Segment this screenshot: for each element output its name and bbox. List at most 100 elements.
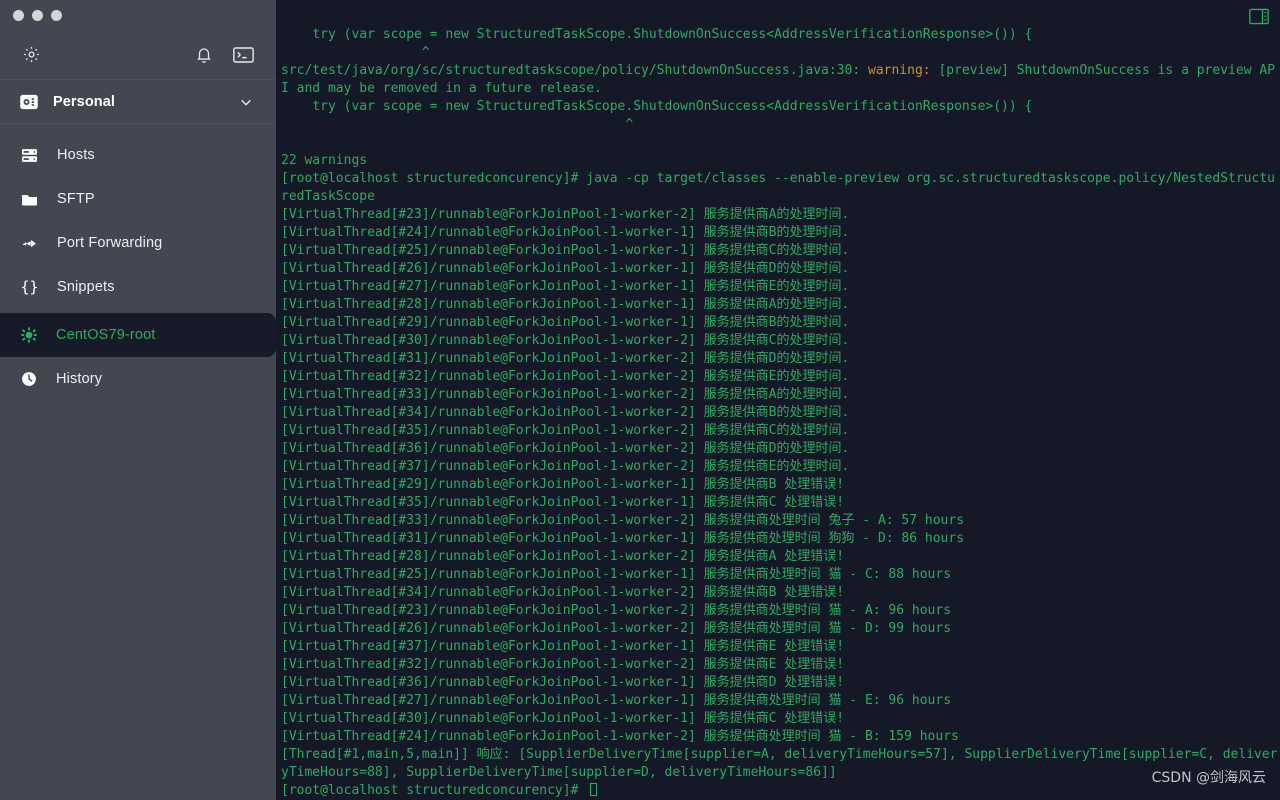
folder-icon [20,190,39,209]
sidebar-item-label: CentOS79-root [56,327,156,343]
split-panel-icon[interactable] [1249,8,1269,30]
braces-icon: {} [20,277,39,296]
terminal-line: ^ [281,116,1280,134]
sidebar-item-snippets[interactable]: {} Snippets [0,265,276,309]
terminal-text: [VirtualThread[#26]/runnable@ForkJoinPoo… [281,261,850,276]
terminal-line: [VirtualThread[#31]/runnable@ForkJoinPoo… [281,350,1280,368]
terminal-text: ^ [281,45,430,60]
terminal-text: [VirtualThread[#28]/runnable@ForkJoinPoo… [281,549,845,564]
terminal-line: [VirtualThread[#28]/runnable@ForkJoinPoo… [281,296,1280,314]
terminal-line: try (var scope = new StructuredTaskScope… [281,98,1280,116]
terminal-line: [VirtualThread[#28]/runnable@ForkJoinPoo… [281,548,1280,566]
sidebar-item-label: Hosts [57,147,95,163]
terminal-line: [VirtualThread[#24]/runnable@ForkJoinPoo… [281,728,1280,746]
terminal-text: [VirtualThread[#29]/runnable@ForkJoinPoo… [281,477,845,492]
terminal-text: [VirtualThread[#29]/runnable@ForkJoinPoo… [281,315,850,330]
terminal-text: [VirtualThread[#27]/runnable@ForkJoinPoo… [281,693,952,708]
terminal-text: [VirtualThread[#28]/runnable@ForkJoinPoo… [281,297,850,312]
terminal-text: [VirtualThread[#37]/runnable@ForkJoinPoo… [281,639,845,654]
terminal-text: [VirtualThread[#37]/runnable@ForkJoinPoo… [281,459,850,474]
terminal-text: [VirtualThread[#35]/runnable@ForkJoinPoo… [281,495,845,510]
clock-icon [20,370,38,388]
window-titlebar [0,0,276,30]
vault-selector[interactable]: Personal [0,80,276,124]
terminal-text: [VirtualThread[#32]/runnable@ForkJoinPoo… [281,369,850,384]
terminal-text: [VirtualThread[#34]/runnable@ForkJoinPoo… [281,405,850,420]
window-maximize-button[interactable] [51,9,62,21]
sidebar: Personal Hosts SFTP Port Forwarding {} S… [0,0,276,800]
sidebar-item-label: SFTP [57,191,95,207]
terminal-text: [VirtualThread[#31]/runnable@ForkJoinPoo… [281,351,850,366]
terminal-text: [VirtualThread[#31]/runnable@ForkJoinPoo… [281,531,965,546]
terminal-line: try (var scope = new StructuredTaskScope… [281,26,1280,44]
terminal-line: [VirtualThread[#25]/runnable@ForkJoinPoo… [281,566,1280,584]
terminal-text: [VirtualThread[#27]/runnable@ForkJoinPoo… [281,279,850,294]
chevron-down-icon[interactable] [238,94,254,110]
terminal-text: 22 warnings [281,153,368,168]
terminal-line: src/test/java/org/sc/structuredtaskscope… [281,62,1280,98]
terminal-text: [VirtualThread[#23]/runnable@ForkJoinPoo… [281,207,850,222]
terminal-text: [VirtualThread[#23]/runnable@ForkJoinPoo… [281,603,952,618]
sidebar-item-history[interactable]: History [0,357,276,401]
terminal-text: [VirtualThread[#24]/runnable@ForkJoinPoo… [281,225,850,240]
bell-icon[interactable] [195,46,213,64]
sidebar-item-label: Port Forwarding [57,235,163,251]
sidebar-item-sftp[interactable]: SFTP [0,177,276,221]
terminal-line: [VirtualThread[#24]/runnable@ForkJoinPoo… [281,224,1280,242]
terminal-icon[interactable] [233,46,254,63]
terminal-text: try (var scope = new StructuredTaskScope… [281,27,1033,42]
terminal-text: [root@localhost structuredconcurency]# [281,783,587,798]
terminal-panel[interactable]: try (var scope = new StructuredTaskScope… [276,0,1280,800]
terminal-line: [VirtualThread[#35]/runnable@ForkJoinPoo… [281,422,1280,440]
terminal-line: [VirtualThread[#30]/runnable@ForkJoinPoo… [281,332,1280,350]
terminal-line: [VirtualThread[#29]/runnable@ForkJoinPoo… [281,314,1280,332]
terminal-text: [root@localhost structuredconcurency]# j… [281,171,1275,204]
gear-icon[interactable] [22,45,41,64]
sidebar-item-hosts[interactable]: Hosts [0,133,276,177]
terminal-text: [VirtualThread[#36]/runnable@ForkJoinPoo… [281,675,845,690]
terminal-line: [VirtualThread[#34]/runnable@ForkJoinPoo… [281,584,1280,602]
terminal-text: [VirtualThread[#25]/runnable@ForkJoinPoo… [281,243,850,258]
terminal-line: [VirtualThread[#27]/runnable@ForkJoinPoo… [281,278,1280,296]
terminal-text: [VirtualThread[#35]/runnable@ForkJoinPoo… [281,423,850,438]
terminal-output[interactable]: try (var scope = new StructuredTaskScope… [276,0,1280,800]
sidebar-item-centos79-root[interactable]: CentOS79-root [0,313,276,357]
terminal-line: [VirtualThread[#29]/runnable@ForkJoinPoo… [281,476,1280,494]
window-minimize-button[interactable] [32,9,43,21]
sidebar-item-label: Snippets [57,279,115,295]
terminal-text: try (var scope = new StructuredTaskScope… [281,99,1033,114]
terminal-line: [root@localhost structuredconcurency]# j… [281,170,1280,206]
terminal-line: 22 warnings [281,152,1280,170]
sidebar-nav: Hosts SFTP Port Forwarding {} Snippets C… [0,124,276,401]
port-forwarding-icon [20,234,39,253]
vault-icon [19,92,39,112]
terminal-text: [VirtualThread[#36]/runnable@ForkJoinPoo… [281,441,850,456]
terminal-text: src/test/java/org/sc/structuredtaskscope… [281,63,868,78]
terminal-text: [VirtualThread[#33]/runnable@ForkJoinPoo… [281,513,965,528]
terminal-line: [VirtualThread[#33]/runnable@ForkJoinPoo… [281,386,1280,404]
vault-label: Personal [53,93,116,110]
sidebar-item-port-forwarding[interactable]: Port Forwarding [0,221,276,265]
terminal-text: [VirtualThread[#34]/runnable@ForkJoinPoo… [281,585,845,600]
terminal-text: ^ [281,117,634,132]
terminal-line: [VirtualThread[#36]/runnable@ForkJoinPoo… [281,440,1280,458]
terminal-cursor [590,783,598,796]
terminal-line: [VirtualThread[#23]/runnable@ForkJoinPoo… [281,206,1280,224]
terminal-line: [VirtualThread[#31]/runnable@ForkJoinPoo… [281,530,1280,548]
terminal-line: [root@localhost structuredconcurency]# [281,782,1280,800]
terminal-text: [VirtualThread[#26]/runnable@ForkJoinPoo… [281,621,952,636]
terminal-text: [Thread[#1,main,5,main]] 响应: [SupplierDe… [281,747,1278,780]
terminal-line: [VirtualThread[#35]/runnable@ForkJoinPoo… [281,494,1280,512]
terminal-line: [VirtualThread[#36]/runnable@ForkJoinPoo… [281,674,1280,692]
terminal-line: ^ [281,44,1280,62]
terminal-text: [VirtualThread[#32]/runnable@ForkJoinPoo… [281,657,845,672]
terminal-line: [VirtualThread[#32]/runnable@ForkJoinPoo… [281,656,1280,674]
terminal-line: [VirtualThread[#27]/runnable@ForkJoinPoo… [281,692,1280,710]
terminal-line: [VirtualThread[#32]/runnable@ForkJoinPoo… [281,368,1280,386]
terminal-line: [VirtualThread[#37]/runnable@ForkJoinPoo… [281,638,1280,656]
terminal-line: [VirtualThread[#34]/runnable@ForkJoinPoo… [281,404,1280,422]
window-close-button[interactable] [13,9,24,21]
terminal-text: [VirtualThread[#25]/runnable@ForkJoinPoo… [281,567,952,582]
terminal-line: [VirtualThread[#25]/runnable@ForkJoinPoo… [281,242,1280,260]
